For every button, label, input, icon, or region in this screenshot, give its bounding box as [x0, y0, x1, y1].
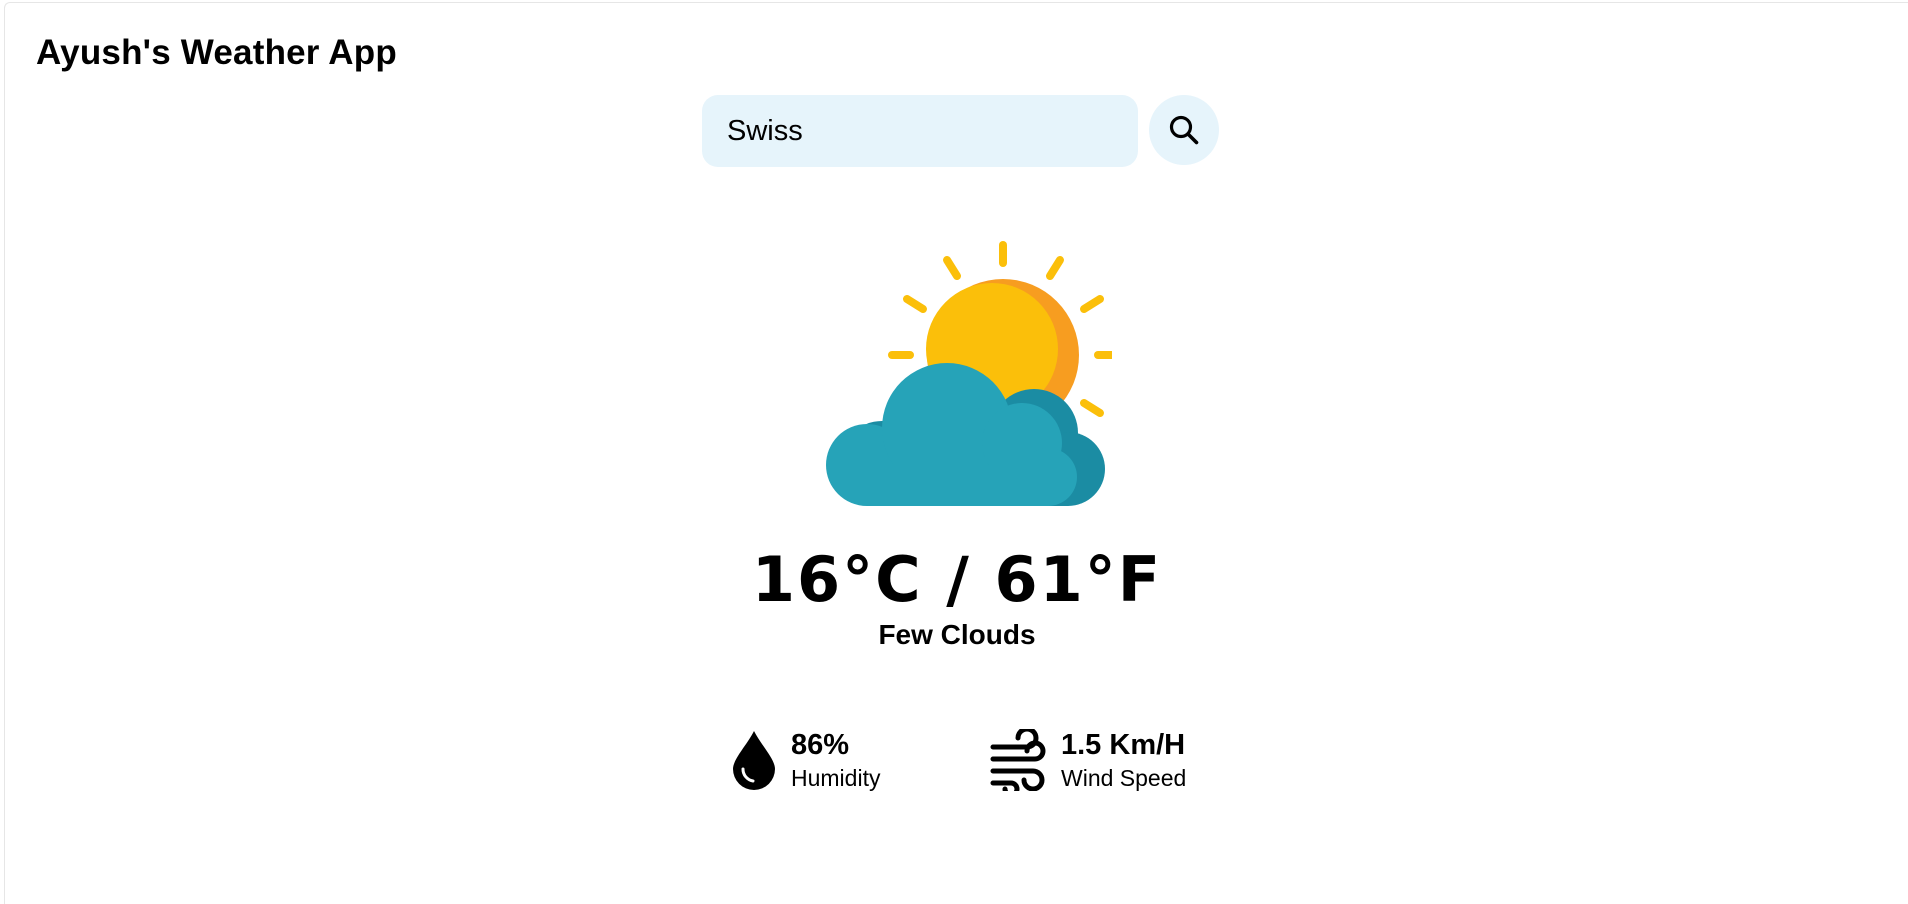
wind-icon	[990, 729, 1046, 791]
wind-speed-label: Wind Speed	[1061, 765, 1187, 791]
wind-speed-value: 1.5 Km/H	[1061, 729, 1186, 761]
search-input[interactable]	[702, 95, 1138, 167]
app-title: Ayush's Weather App	[36, 33, 397, 72]
search-icon	[1169, 115, 1199, 145]
search-button[interactable]	[1149, 95, 1219, 165]
weather-app: Ayush's Weather App Swiss 16°C / 61°F Fe…	[4, 2, 1908, 904]
humidity-value: 86%	[791, 729, 850, 761]
temperature: 16°C / 61°F	[751, 543, 1163, 616]
sun-behind-cloud-icon	[826, 241, 1112, 506]
water-drop-icon	[733, 731, 775, 790]
weather-description: Few Clouds	[878, 619, 1036, 650]
humidity-label: Humidity	[791, 765, 881, 791]
